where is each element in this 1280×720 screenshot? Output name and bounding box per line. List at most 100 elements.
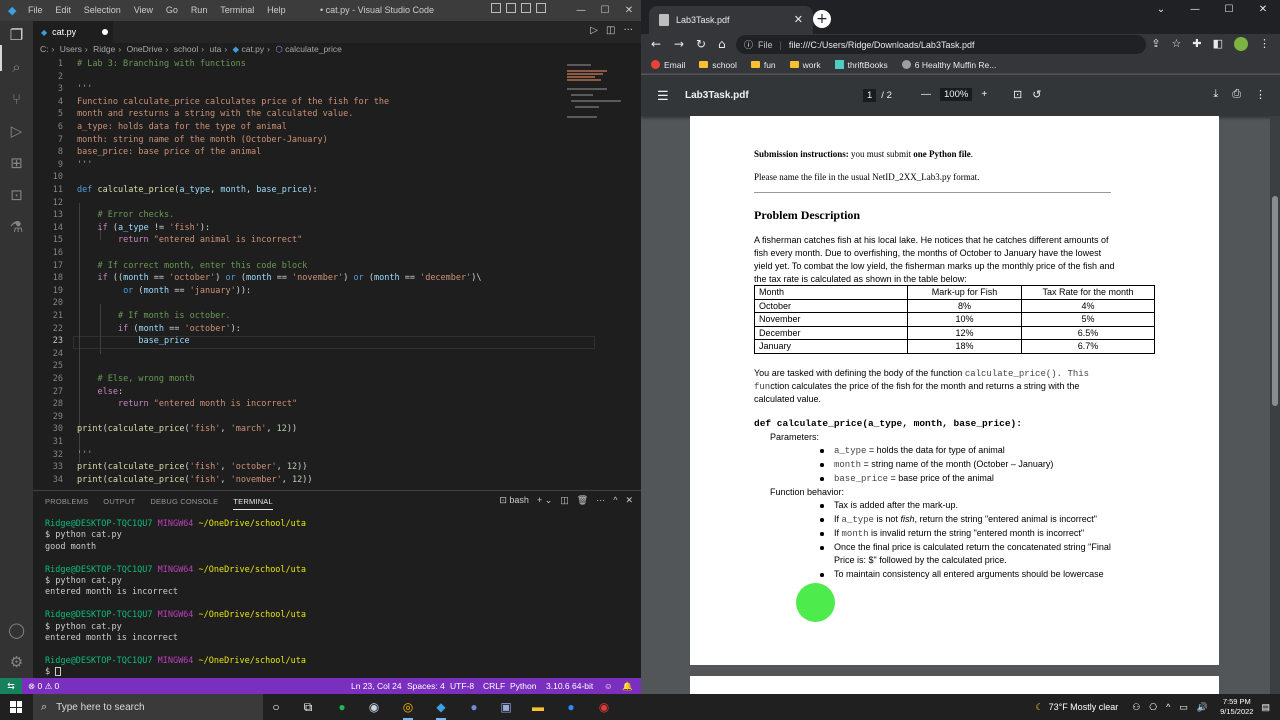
new-terminal-icon[interactable]: + ⌄ [537, 495, 552, 506]
terminal-shell-selector[interactable]: ⊡ bash [499, 495, 529, 506]
volume-icon[interactable]: 🔊 [1197, 702, 1208, 713]
task-view-icon[interactable]: ⧉ [300, 699, 316, 715]
remote-explorer-icon[interactable]: ⊡ [7, 186, 26, 205]
bookmark-thriftbooks[interactable]: thriftBooks [834, 60, 888, 70]
code-line[interactable]: 23 base_price [33, 335, 563, 348]
code-line[interactable]: 19 or (month == 'january')): [33, 285, 563, 298]
language-mode[interactable]: Python [510, 681, 536, 691]
split-terminal-icon[interactable]: ◫ [560, 495, 569, 506]
menu-run[interactable]: Run [191, 5, 208, 15]
menu-terminal[interactable]: Terminal [220, 5, 254, 15]
cursor-position[interactable]: Ln 23, Col 24 [351, 681, 402, 691]
file-explorer-icon[interactable]: ▬ [530, 699, 546, 715]
tab-search-icon[interactable]: ⌄ [1144, 0, 1178, 20]
breadcrumb-item[interactable]: OneDrive [127, 44, 163, 54]
new-tab-icon[interactable]: + [813, 10, 831, 28]
menu-view[interactable]: View [134, 5, 153, 15]
customize-layout-icon[interactable] [536, 3, 546, 13]
code-line[interactable]: 15 return "entered animal is incorrect" [33, 234, 563, 247]
cortana-icon[interactable]: ○ [268, 699, 284, 715]
reload-icon[interactable]: ↻ [696, 37, 706, 51]
tab-cat-py[interactable]: ◆ cat.py [33, 21, 113, 43]
code-line[interactable]: 30 print(calculate_price('fish', 'march',… [33, 423, 563, 436]
bookmark-school[interactable]: school [699, 60, 737, 70]
toggle-panel-icon[interactable] [506, 3, 516, 13]
code-line[interactable]: 2 [33, 71, 563, 84]
windows-start-icon[interactable] [10, 701, 22, 713]
notification-icon[interactable]: ▤ [1261, 702, 1270, 713]
run-python-icon[interactable]: ▷ [590, 25, 598, 36]
breadcrumb-item[interactable]: C: [40, 44, 49, 54]
code-line[interactable]: 27 else: [33, 386, 563, 399]
zoom-level-input[interactable]: 100% [940, 88, 973, 101]
menu-edit[interactable]: Edit [55, 5, 71, 15]
code-line[interactable]: 29 [33, 411, 563, 424]
search-icon[interactable]: ⌕ [7, 58, 26, 77]
download-icon[interactable]: ⤓ [1213, 88, 1218, 101]
split-editor-icon[interactable]: ◫ [606, 25, 615, 36]
obs-icon[interactable]: ◉ [596, 699, 612, 715]
tab-output[interactable]: OUTPUT [103, 497, 135, 510]
profile-avatar[interactable] [1234, 37, 1248, 51]
code-line[interactable]: 26 # Else, wrong month [33, 373, 563, 386]
code-line[interactable]: 11 def calculate_price(a_type, month, bas… [33, 184, 563, 197]
tab-problems[interactable]: PROBLEMS [45, 497, 88, 510]
code-line[interactable]: 13 # Error checks. [33, 209, 563, 222]
minimize-icon[interactable]: — [569, 5, 593, 16]
encoding[interactable]: UTF-8 [450, 681, 474, 691]
clock[interactable]: 7:59 PM 9/15/2022 [1220, 697, 1253, 717]
code-editor[interactable]: 1 # Lab 3: Branching with functions 2 3 ''' 4… [33, 58, 641, 488]
menu-help[interactable]: Help [267, 5, 286, 15]
close-tab-icon[interactable]: ✕ [794, 13, 803, 26]
menu-selection[interactable]: Selection [84, 5, 121, 15]
person-icon[interactable]: ⚇ [1132, 702, 1140, 713]
weather-text[interactable]: 73°F Mostly clear [1049, 702, 1119, 712]
forward-arrow-icon[interactable]: → [674, 37, 684, 51]
code-line[interactable]: 28 return "entered month is incorrect" [33, 398, 563, 411]
code-line[interactable]: 32 ''' [33, 449, 563, 462]
home-icon[interactable]: ⌂ [718, 37, 726, 51]
steam-icon[interactable]: ◉ [366, 699, 382, 715]
unsaved-dot-icon[interactable] [102, 29, 109, 35]
maximize-icon[interactable]: ☐ [1212, 0, 1246, 20]
rotate-icon[interactable]: ↺ [1032, 88, 1041, 101]
code-line[interactable]: 5 month and resturns a string with the ca… [33, 108, 563, 121]
menu-file[interactable]: File [28, 5, 43, 15]
code-line[interactable]: 12 [33, 197, 563, 210]
code-line[interactable]: 14 if (a_type != 'fish'): [33, 222, 563, 235]
code-line[interactable]: 16 [33, 247, 563, 260]
breadcrumb-item[interactable]: uta [210, 44, 222, 54]
network-icon[interactable]: ▭ [1179, 702, 1188, 713]
chrome-icon[interactable]: ◎ [400, 699, 416, 720]
breadcrumb-item[interactable]: Users [60, 44, 82, 54]
tray-app-icon[interactable]: ⎔ [1149, 702, 1157, 713]
line-ending[interactable]: CRLF [483, 681, 505, 691]
discord-icon[interactable]: ● [466, 699, 482, 715]
side-panel-icon[interactable]: ◧ [1213, 37, 1223, 51]
close-icon[interactable]: ✕ [625, 495, 633, 506]
more-actions-icon[interactable]: ··· [623, 25, 633, 36]
code-line[interactable]: 9 ''' [33, 159, 563, 172]
bookmark-star-icon[interactable]: ☆ [1172, 37, 1182, 51]
gear-icon[interactable]: ⚙ [7, 653, 26, 672]
code-line[interactable]: 17 # If correct month, enter this code b… [33, 260, 563, 273]
extensions-icon[interactable]: ⊞ [7, 154, 26, 173]
code-line[interactable]: 18 if ((month == 'october') or (month ==… [33, 272, 563, 285]
address-bar[interactable]: ⓘ File | file:///C:/Users/Ridge/Download… [736, 35, 1146, 54]
zoom-in-icon[interactable]: + [981, 89, 987, 100]
pdf-scrollbar[interactable] [1270, 116, 1280, 694]
taskbar-search[interactable]: ⌕ Type here to search [33, 694, 263, 720]
toggle-secondary-sidebar-icon[interactable] [521, 3, 531, 13]
minimize-icon[interactable]: — [1178, 0, 1212, 20]
code-line[interactable]: 34 print(calculate_price('fish', 'novembe… [33, 474, 563, 487]
code-line[interactable]: 7 month: string name of the month (Octobe… [33, 134, 563, 147]
chrome-tab-lab3task[interactable]: Lab3Task.pdf ✕ [649, 6, 813, 34]
code-line[interactable]: 22 if (month == 'october'): [33, 323, 563, 336]
chrome-menu-icon[interactable]: ⋮ [1259, 37, 1270, 51]
page-number-input[interactable]: 1 [863, 89, 877, 102]
share-icon[interactable]: ⇪ [1151, 37, 1160, 51]
code-line[interactable]: 24 [33, 348, 563, 361]
hamburger-menu-icon[interactable]: ☰ [657, 88, 669, 104]
tab-debug-console[interactable]: DEBUG CONSOLE [150, 497, 218, 510]
feedback-icon[interactable]: ☺ [604, 681, 613, 691]
